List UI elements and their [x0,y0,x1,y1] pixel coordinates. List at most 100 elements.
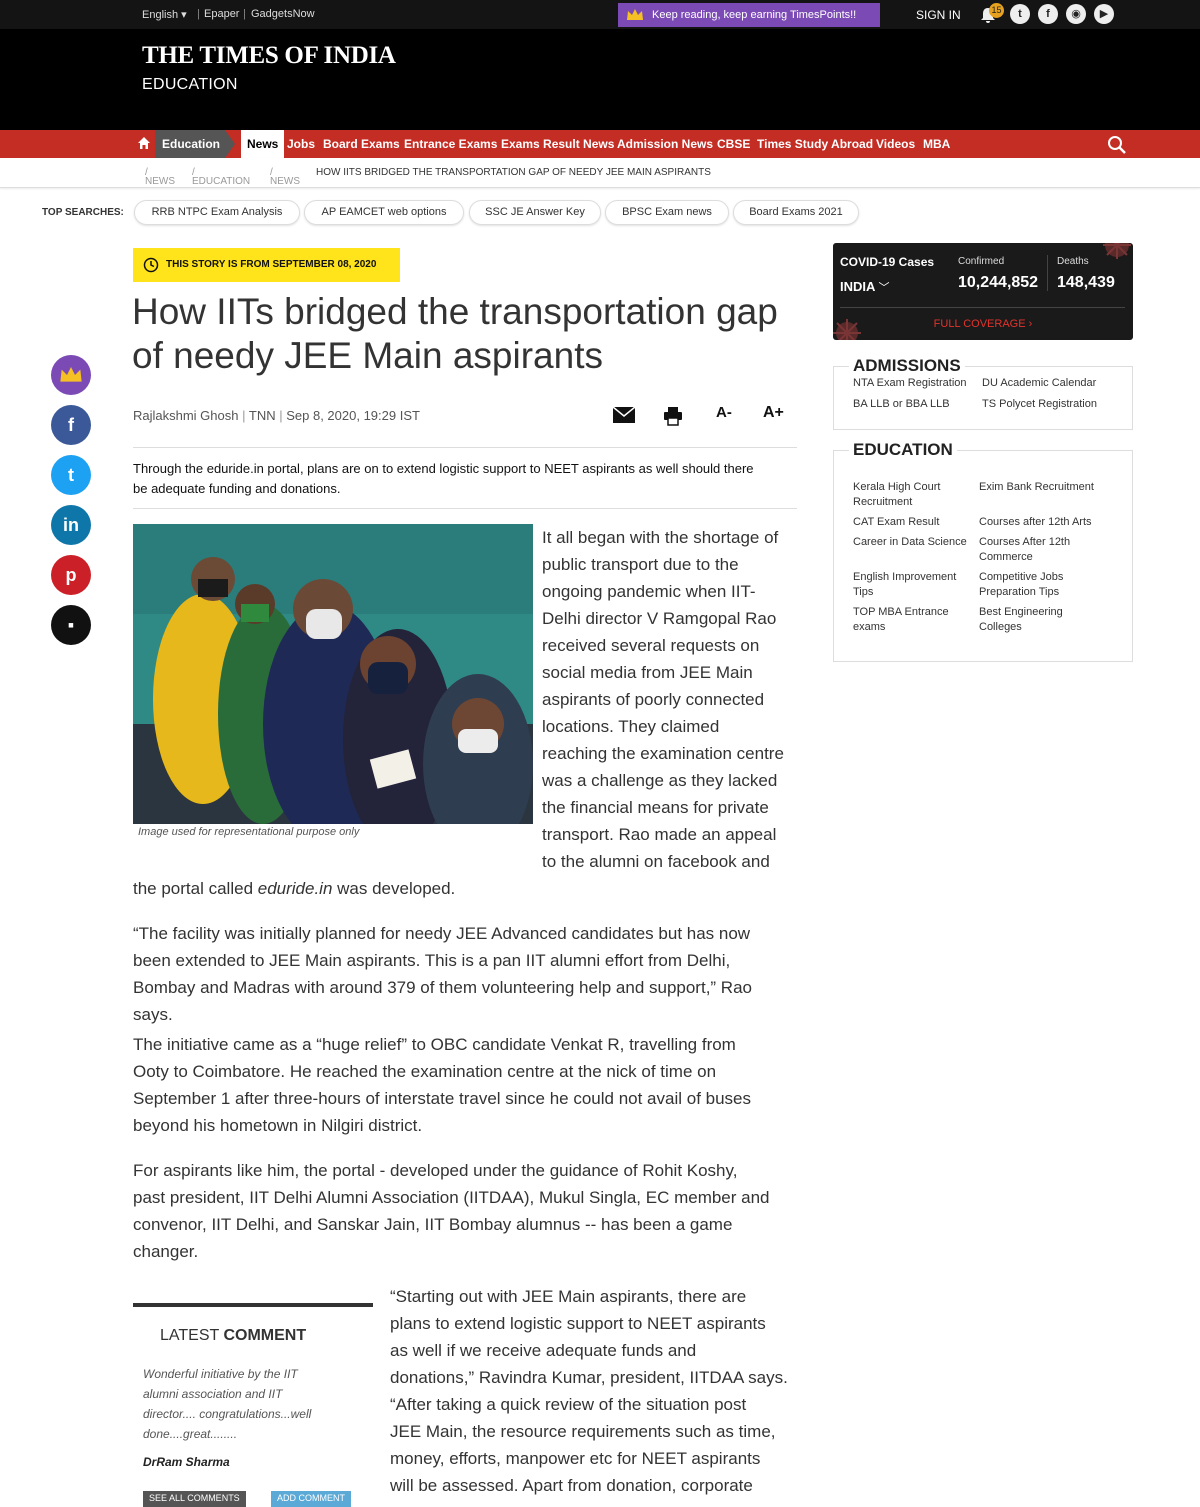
breadcrumb: NEWS / EDUCATION / NEWS / HOW IITS BRIDG… [0,158,1200,188]
masthead: THE TIMES OF INDIA EDUCATION [0,29,1200,130]
admissions-box: ADMISSIONS NTA Exam Registration DU Acad… [833,356,1133,430]
nav-entrance-exams[interactable]: Entrance Exams [404,130,497,158]
breadcrumb-news-2[interactable]: NEWS / [270,167,300,187]
education-link[interactable]: Competitive Jobs Preparation Tips [979,570,1119,600]
education-link[interactable]: Exim Bank Recruitment [979,480,1119,495]
print-icon[interactable] [663,406,683,426]
rss-icon[interactable]: ◉ [1066,4,1086,24]
covid-title: COVID-19 Cases [840,255,935,269]
comment-icon[interactable]: ▪ [51,605,91,645]
nav-jobs[interactable]: Jobs [287,130,315,158]
crown-icon [627,9,643,20]
nav-news[interactable]: News [241,130,285,158]
breadcrumb-education[interactable]: EDUCATION / [192,167,250,187]
education-link[interactable]: Best Engineering Colleges [979,605,1119,635]
top-search-pill[interactable]: SSC JE Answer Key [469,200,601,225]
article-paragraph: the portal called eduride.in was develop… [133,879,456,898]
facebook-share-icon[interactable]: f [51,405,91,445]
linkedin-share-icon[interactable]: in [51,505,91,545]
article-headline: How IITs bridged the transportation gap … [132,291,778,376]
breadcrumb-news[interactable]: NEWS / [145,167,175,187]
main-navigation: Education News Jobs Board Exams Entrance… [0,130,1200,158]
nav-education[interactable]: Education [155,130,235,158]
nav-times-study-abroad[interactable]: Times Study Abroad [757,130,873,158]
twitter-share-icon[interactable]: t [51,455,91,495]
article-paragraph: It all began with the shortage of public … [542,528,784,871]
section-title[interactable]: EDUCATION [142,76,238,94]
education-link[interactable]: Career in Data Science [853,535,978,550]
article-paragraph: “Starting out with JEE Main aspirants, t… [390,1287,788,1495]
sign-in-link[interactable]: SIGN IN [916,8,961,22]
font-decrease-button[interactable]: A- [716,404,732,421]
nav-mba[interactable]: MBA [923,130,950,158]
pinterest-share-icon[interactable]: p [51,555,91,595]
education-box: EDUCATION Kerala High Court Recruitment E… [833,440,1133,662]
nav-admission-news[interactable]: Admission News [617,130,713,158]
search-icon[interactable] [1107,135,1127,155]
add-comment-button[interactable]: ADD COMMENT [271,1491,351,1507]
comment-box-rule [133,1303,373,1307]
byline: Rajlakshmi Ghosh | TNN | Sep 8, 2020, 19… [133,408,420,423]
agency: TNN [248,408,276,423]
top-search-pill[interactable]: RRB NTPC Exam Analysis [134,200,300,225]
nav-board-exams[interactable]: Board Exams [323,130,400,158]
education-link[interactable]: CAT Exam Result [853,515,978,530]
timespoints-promo-button[interactable]: Keep reading, keep earning TimesPoints!! [618,3,880,27]
eduride-link[interactable]: eduride.in [258,879,333,898]
divider [133,508,797,509]
top-utility-bar: English ▾ | Epaper | GadgetsNow Keep rea… [0,0,1200,29]
latest-comment-title: LATEST COMMENT [160,1327,307,1344]
education-link[interactable]: Kerala High Court Recruitment [853,480,978,510]
article-synopsis: Through the eduride.in portal, plans are… [133,461,754,496]
education-link[interactable]: TOP MBA Entrance exams [853,605,978,635]
latest-comment-text: Wonderful initiative by the IIT alumni as… [143,1367,312,1441]
covid-widget: COVID-19 Cases INDIA ﹀ Confirmed 10,244,… [833,243,1133,340]
article-paragraph: “The facility was initially planned for … [133,924,752,1024]
clock-icon [143,257,159,273]
nav-exams-result-news[interactable]: Exams Result News [501,130,614,158]
education-link[interactable]: Courses After 12th Commerce [979,535,1119,565]
education-link[interactable]: Courses after 12th Arts [979,515,1119,530]
publish-datetime: Sep 8, 2020, 19:29 IST [286,408,420,423]
comment-author[interactable]: DrRam Sharma [143,1455,230,1469]
admissions-link[interactable]: DU Academic Calendar [982,376,1096,391]
article-paragraph: The initiative came as a “huge relief” t… [133,1035,752,1135]
see-all-comments-button[interactable]: SEE ALL COMMENTS [143,1491,246,1507]
font-increase-button[interactable]: A+ [763,404,784,422]
top-search-pill[interactable]: Board Exams 2021 [733,200,859,225]
top-search-pill[interactable]: AP EAMCET web options [304,200,464,225]
home-icon[interactable] [136,135,152,151]
twitter-icon[interactable]: t [1010,4,1030,24]
timespoints-crown-icon[interactable] [51,355,91,395]
author-link[interactable]: Rajlakshmi Ghosh [133,408,239,423]
epaper-link[interactable]: Epaper [204,8,239,20]
deaths-label: Deaths [1057,256,1089,267]
admissions-link[interactable]: TS Polycet Registration [982,397,1097,412]
country-selector[interactable]: INDIA ﹀ [840,279,890,295]
nav-cbse[interactable]: CBSE [717,130,750,158]
education-title: EDUCATION [849,440,957,460]
youtube-icon[interactable]: ▶ [1094,4,1114,24]
divider [133,447,797,448]
confirmed-count: 10,244,852 [958,274,1039,291]
education-link[interactable]: English Improvement Tips [853,570,978,600]
facebook-icon[interactable]: f [1038,4,1058,24]
full-coverage-link[interactable]: FULL COVERAGE › [833,318,1133,330]
notification-count-badge: 15 [989,3,1004,18]
nav-videos[interactable]: Videos [876,130,915,158]
admissions-title: ADMISSIONS [849,356,965,376]
article-image[interactable] [133,524,533,824]
top-searches-label: TOP SEARCHES: [42,207,124,218]
virus-icon [1103,243,1131,259]
admissions-link[interactable]: BA LLB or BBA LLB [853,397,950,412]
story-date-banner: THIS STORY IS FROM SEPTEMBER 08, 2020 [133,248,400,282]
admissions-link[interactable]: NTA Exam Registration [853,376,967,391]
email-icon[interactable] [613,407,635,423]
confirmed-label: Confirmed [958,256,1005,267]
deaths-count: 148,439 [1057,274,1115,291]
site-logo[interactable]: THE TIMES OF INDIA [142,42,396,70]
article-paragraph: For aspirants like him, the portal - dev… [133,1161,770,1261]
language-selector[interactable]: English ▾ [142,8,187,21]
top-search-pill[interactable]: BPSC Exam news [605,200,729,225]
gadgetsnow-link[interactable]: GadgetsNow [251,8,315,20]
